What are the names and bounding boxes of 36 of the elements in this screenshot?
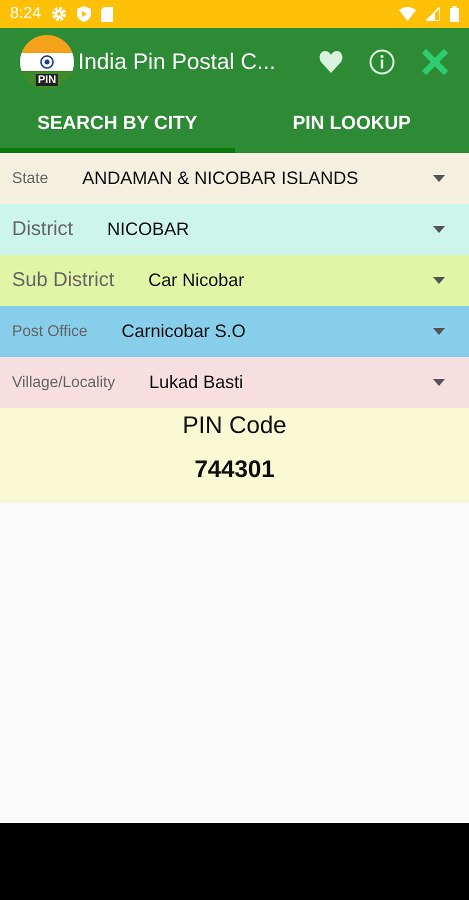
- caret-icon: [433, 379, 445, 386]
- dropdown-field[interactable]: Post Office Carnicobar S.O: [0, 306, 469, 357]
- dropdown-field[interactable]: District NICOBAR: [0, 204, 469, 255]
- field-label: Village/Locality: [12, 374, 116, 392]
- pin-heading: PIN Code: [182, 412, 287, 440]
- favorite-heart-icon[interactable]: [319, 51, 343, 73]
- tab[interactable]: PIN LOOKUP: [234, 96, 469, 153]
- field-label: District: [12, 218, 74, 241]
- logo-label: PIN: [36, 74, 58, 86]
- wifi-icon: [399, 7, 416, 21]
- shield-icon: [77, 6, 92, 22]
- dropdown-field[interactable]: Village/Locality Lukad Basti: [0, 357, 469, 408]
- caret-icon: [433, 226, 445, 233]
- field-label: State: [12, 170, 48, 188]
- caret-icon: [433, 277, 445, 284]
- caret-icon: [433, 175, 445, 182]
- dropdown-field[interactable]: State ANDAMAN & NICOBAR ISLANDS: [0, 153, 469, 204]
- field-value: Carnicobar S.O: [122, 321, 247, 342]
- close-icon[interactable]: [421, 48, 449, 76]
- pin-value: 744301: [194, 456, 275, 484]
- signal-icon: [426, 7, 440, 21]
- status-time: 8:24: [10, 5, 42, 23]
- flag-logo-icon: [20, 35, 74, 89]
- field-value: NICOBAR: [107, 219, 190, 240]
- caret-icon: [433, 328, 445, 335]
- field-label: Post Office: [12, 322, 88, 340]
- field-value: Car Nicobar: [148, 270, 246, 291]
- sd-card-icon: [101, 6, 114, 22]
- gear-icon: [51, 6, 68, 22]
- field-value: ANDAMAN & NICOBAR ISLANDS: [82, 168, 360, 189]
- dropdown-field[interactable]: Sub District Car Nicobar: [0, 255, 469, 306]
- battery-icon: [450, 6, 459, 22]
- info-icon[interactable]: [369, 49, 395, 75]
- field-value: Lukad Basti: [149, 372, 244, 393]
- app-title: India Pin Postal C...: [78, 49, 277, 75]
- field-label: Sub District: [12, 269, 114, 292]
